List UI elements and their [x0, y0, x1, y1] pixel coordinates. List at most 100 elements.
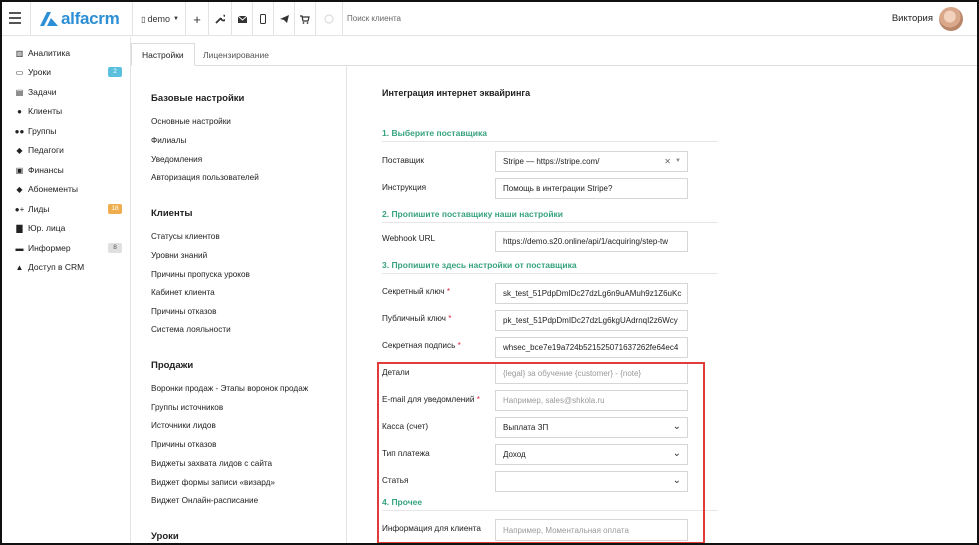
logo[interactable]: alfacrm [40, 9, 120, 29]
settings-nav-link[interactable]: Филиалы [151, 136, 186, 145]
settings-nav-link[interactable]: Причины пропуска уроков [151, 270, 250, 279]
required-mark: * [457, 341, 461, 350]
sidebar-item[interactable]: ▥ Аналитика [14, 45, 124, 61]
sidebar-item[interactable]: ●● Группы [14, 123, 124, 139]
section-heading: 4. Прочее [382, 497, 718, 511]
settings-section-title: Базовые настройки [151, 93, 245, 104]
sidebar-item[interactable]: ▣ Финансы [14, 162, 124, 178]
required-mark: * [446, 287, 451, 296]
branch-label: demo [147, 14, 170, 24]
group-icon: ●● [14, 126, 25, 136]
client-info-textarea[interactable]: Например, Моментальная оплата [495, 519, 688, 541]
envelope-icon[interactable] [232, 2, 252, 36]
sidebar-item[interactable]: ● Клиенты [14, 103, 124, 119]
user-name[interactable]: Виктория [892, 13, 933, 24]
sidebar-item-label: Юр. лица [28, 223, 66, 233]
logo-text: alfacrm [61, 9, 120, 28]
payment-type-value: Доход [503, 450, 526, 459]
avatar[interactable] [939, 7, 963, 31]
settings-nav-link[interactable]: Причины отказов [151, 307, 216, 316]
secret-signature-label: Секретная подпись * [382, 341, 461, 350]
settings-nav-link[interactable]: Виджет Онлайн-расписание [151, 496, 258, 505]
add-icon[interactable]: + [186, 2, 208, 36]
client-search-input[interactable]: Поиск клиента [347, 14, 401, 23]
settings-nav-link[interactable]: Источники лидов [151, 421, 216, 430]
sidebar-item-label: Доступ в CRM [28, 262, 85, 272]
money-icon: ▣ [15, 165, 24, 175]
loading-spinner-icon [316, 2, 342, 36]
email-field[interactable]: Например, sales@shkola.ru [495, 390, 688, 411]
tasks-icon: ▤ [15, 87, 24, 97]
settings-nav-link[interactable]: Основные настройки [151, 117, 231, 126]
provider-select[interactable]: Stripe — https://stripe.com/ ✕ ▼ [495, 151, 688, 172]
sidebar-item[interactable]: ◆ Педагоги [14, 142, 124, 158]
payment-type-label: Тип платежа [382, 449, 430, 458]
settings-nav: Базовые настройки Основные настройки Филиа… [131, 66, 347, 543]
secret-signature-field[interactable]: whsec_bce7e19a724b521525071637262fe64ec4 [495, 337, 688, 358]
public-key-label-text: Публичный ключ [382, 314, 446, 323]
settings-nav-link[interactable]: Группы источников [151, 403, 223, 412]
settings-section-title: Продажи [151, 360, 194, 371]
webhook-url-field[interactable]: https://demo.s20.online/api/1/acquiring/… [495, 231, 688, 252]
article-select[interactable]: ⌄ [495, 471, 688, 492]
tab-bar: Настройки Лицензирование [131, 37, 977, 66]
sidebar-item-label: Уроки [28, 67, 51, 77]
sidebar-item[interactable]: ▲ Доступ в CRM [14, 259, 124, 275]
sidebar-item[interactable]: ▤ Задачи [14, 84, 124, 100]
clear-icon[interactable]: ✕ [664, 157, 671, 166]
required-mark: * [476, 395, 480, 404]
secret-key-field[interactable]: sk_test_51PdpDmIDc27dzLg6n9uAMuh9z1Z6uKc [495, 283, 688, 304]
sidebar-item-label: Финансы [28, 165, 64, 175]
app-window: alfacrm ▯ demo ▼ + Поиск клиента Виктори… [0, 0, 979, 545]
settings-nav-link[interactable]: Авторизация пользователей [151, 173, 259, 182]
top-bar: alfacrm ▯ demo ▼ + Поиск клиента Виктори… [2, 2, 977, 36]
tag-icon: ◆ [16, 184, 23, 194]
settings-nav-link[interactable]: Система лояльности [151, 325, 231, 334]
settings-nav-link[interactable]: Воронки продаж - Этапы воронок продаж [151, 384, 308, 393]
sidebar-item[interactable]: ◆ Абонементы [14, 181, 124, 197]
logo-icon [40, 12, 58, 26]
section-heading: 1. Выберите поставщика [382, 128, 718, 142]
tab-licensing[interactable]: Лицензирование [193, 43, 279, 66]
cashbox-select[interactable]: Выплата ЗП ⌄ [495, 417, 688, 438]
instruction-link[interactable]: Помощь в интеграции Stripe? [495, 178, 688, 199]
tab-settings[interactable]: Настройки [131, 43, 195, 66]
user-plus-icon: ●+ [14, 204, 25, 214]
sidebar-item[interactable]: ●+ Лиды 18 [14, 201, 124, 217]
wrench-icon[interactable] [209, 2, 231, 36]
sidebar-item[interactable]: ▭ Уроки 2 [14, 64, 124, 80]
webhook-label: Webhook URL [382, 234, 436, 243]
count-badge: 18 [108, 204, 122, 214]
article-label: Статья [382, 476, 409, 485]
sidebar-item-label: Информер [28, 243, 71, 253]
settings-section-title: Уроки [151, 531, 179, 542]
mobile-icon[interactable] [253, 2, 273, 36]
divider [342, 2, 343, 36]
sidebar-item[interactable]: ▬ Информер 8 [14, 240, 124, 256]
payment-type-select[interactable]: Доход ⌄ [495, 444, 688, 465]
caret-down-icon: ▼ [675, 158, 681, 164]
public-key-field[interactable]: pk_test_51PdpDmIDc27dzLg6kgUAdrnqI2z6Wcy [495, 310, 688, 331]
settings-nav-link[interactable]: Статусы клиентов [151, 232, 220, 241]
sidebar-item[interactable]: ▇ Юр. лица [14, 220, 124, 236]
email-label-text: E-mail для уведомлений [382, 395, 475, 404]
acquiring-integration-form: Интеграция интернет эквайринга 1. Выбери… [347, 66, 977, 543]
sidebar-item-label: Педагоги [28, 145, 64, 155]
details-field[interactable]: {legal} за обучение {customer} - {note} [495, 363, 688, 384]
settings-nav-link[interactable]: Кабинет клиента [151, 288, 215, 297]
settings-nav-link[interactable]: Уровни знаний [151, 251, 207, 260]
details-label: Детали [382, 368, 410, 377]
sidebar: ▥ Аналитика ▭ Уроки 2 ▤ Задачи ● Клиенты ●● Группы… [2, 37, 131, 543]
settings-nav-link[interactable]: Виджет формы записи «визард» [151, 478, 275, 487]
settings-nav-link[interactable]: Уведомления [151, 155, 202, 164]
branch-selector[interactable]: ▯ demo ▼ [135, 2, 185, 36]
cart-icon[interactable] [295, 2, 315, 36]
instruction-label: Инструкция [382, 183, 427, 192]
telegram-icon[interactable] [274, 2, 294, 36]
lock-icon: ▲ [15, 262, 24, 272]
settings-nav-link[interactable]: Причины отказов [151, 440, 216, 449]
sidebar-item-label: Аналитика [28, 48, 71, 58]
menu-icon[interactable] [9, 12, 21, 24]
sidebar-item-label: Задачи [28, 87, 57, 97]
settings-nav-link[interactable]: Виджеты захвата лидов с сайта [151, 459, 272, 468]
